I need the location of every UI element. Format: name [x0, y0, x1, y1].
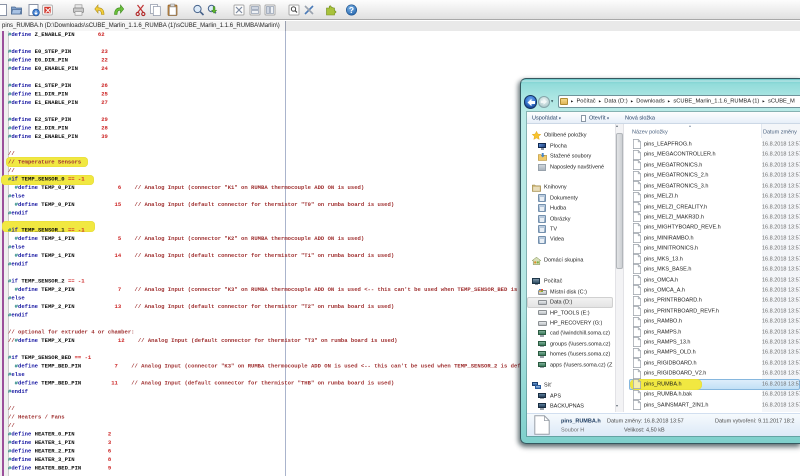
svg-text:?: ? [349, 5, 354, 15]
